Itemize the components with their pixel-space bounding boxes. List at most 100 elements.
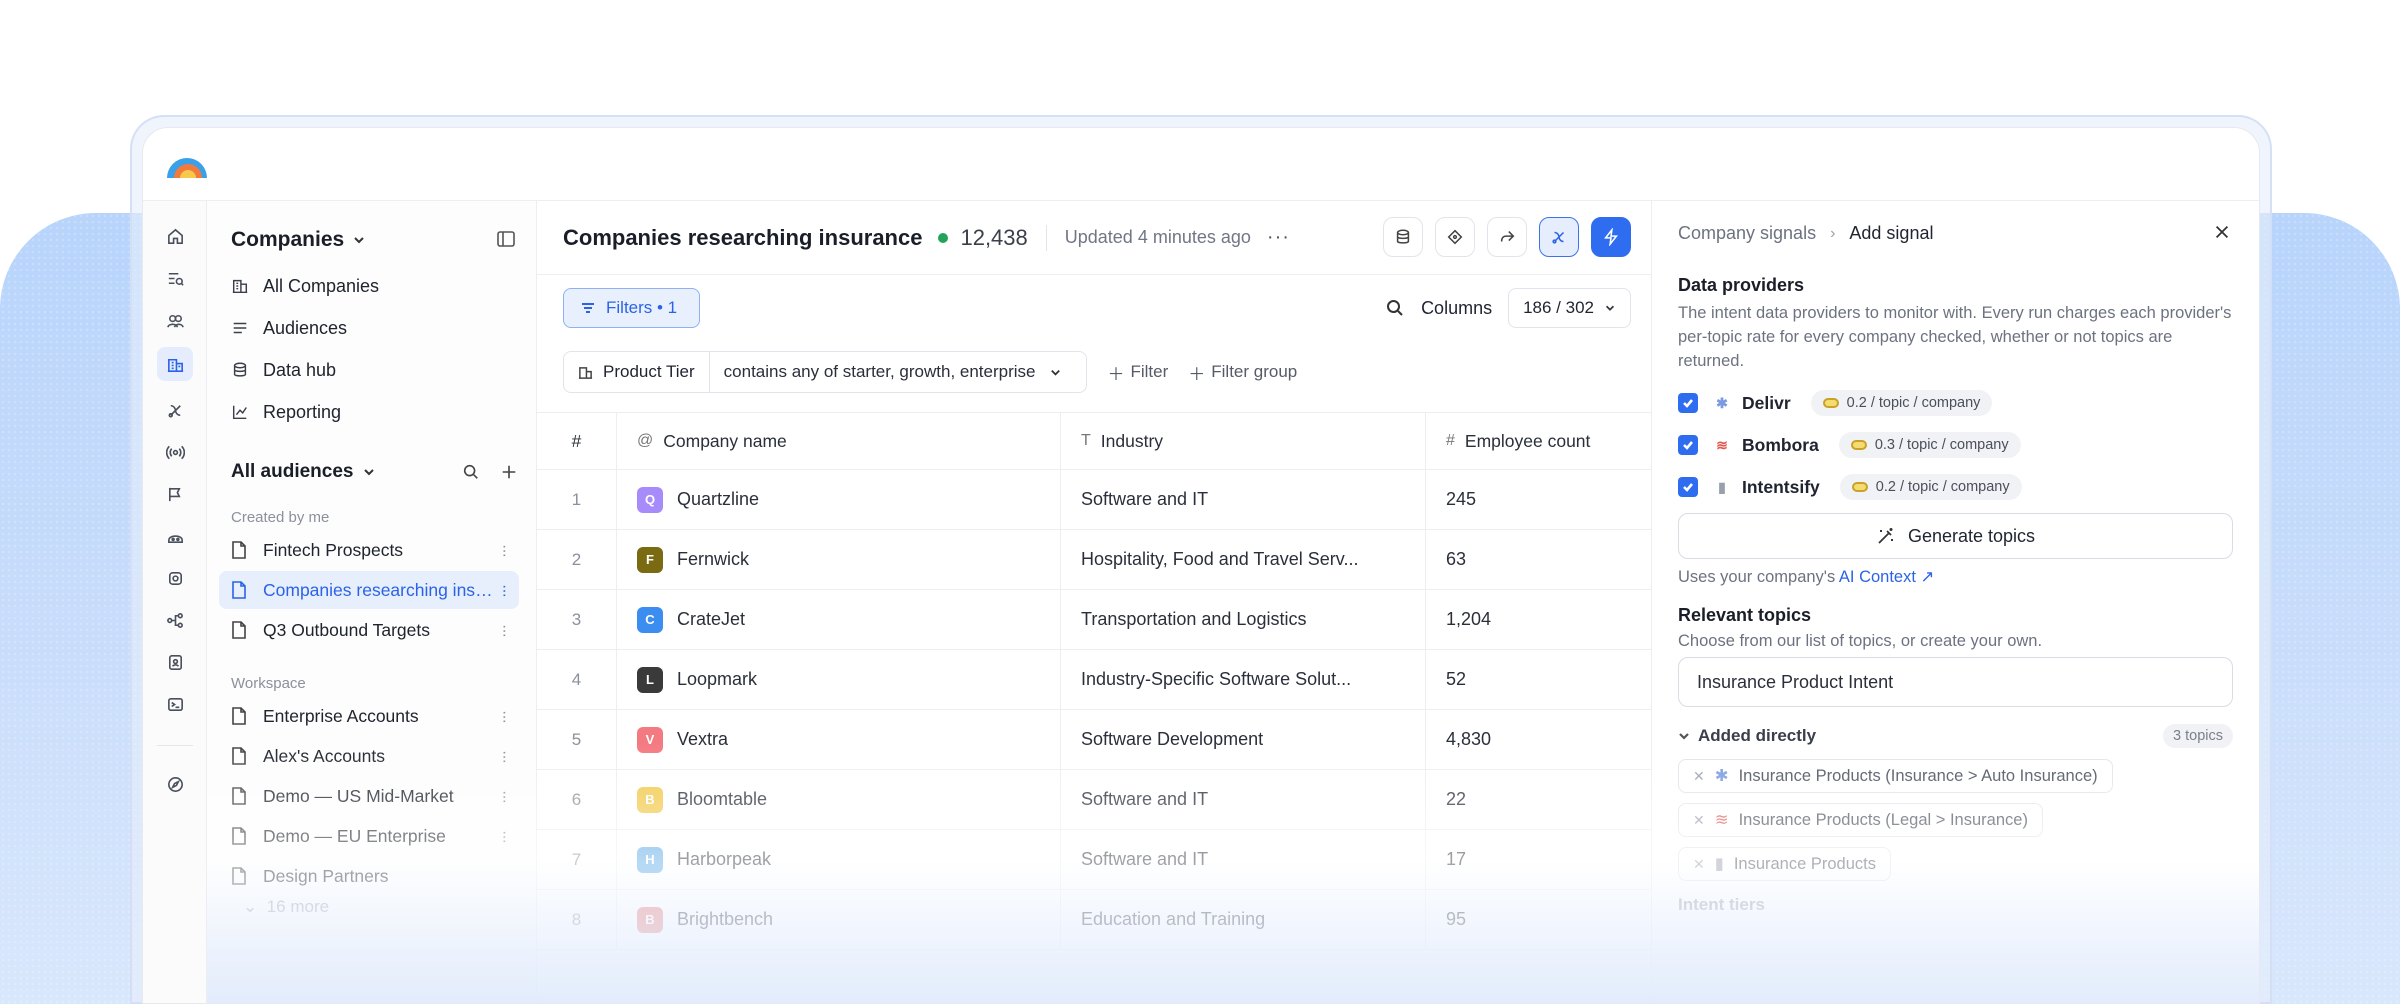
signal-icon[interactable] bbox=[157, 393, 193, 427]
company-name-cell[interactable]: Q Quartzline bbox=[617, 470, 1061, 529]
column-header-employee-count[interactable]: # Employee count bbox=[1426, 413, 1651, 469]
table-row[interactable]: 1 Q Quartzline Software and IT 245 bbox=[537, 470, 1651, 530]
filter-value[interactable]: contains any of starter, growth, enterpr… bbox=[710, 362, 1087, 382]
employee-count-cell[interactable]: 4,830 bbox=[1426, 710, 1651, 769]
company-name-cell[interactable]: B Bloomtable bbox=[617, 770, 1061, 829]
more-options-icon[interactable]: ··· bbox=[495, 584, 513, 597]
industry-cell[interactable]: Software and IT bbox=[1061, 770, 1426, 829]
people-icon[interactable] bbox=[157, 303, 193, 337]
workflow-icon[interactable] bbox=[157, 603, 193, 637]
columns-label[interactable]: Columns bbox=[1421, 298, 1492, 319]
generate-topics-button[interactable]: Generate topics bbox=[1678, 513, 2233, 559]
audience-item-active[interactable]: Companies researching insurance ··· bbox=[219, 571, 519, 609]
employee-count-cell[interactable]: 63 bbox=[1426, 530, 1651, 589]
show-more-link[interactable]: ⌄ 16 more bbox=[243, 897, 329, 917]
remove-icon[interactable]: ✕ bbox=[1693, 856, 1705, 873]
sidebar-title[interactable]: Companies bbox=[231, 228, 344, 252]
employee-count-cell[interactable]: 17 bbox=[1426, 830, 1651, 889]
audience-item[interactable]: Design Partners bbox=[219, 857, 519, 895]
audience-item[interactable]: Demo — EU Enterprise ··· bbox=[219, 817, 519, 855]
contacts-icon[interactable] bbox=[157, 645, 193, 679]
table-row[interactable]: 3 C CrateJet Transportation and Logistics 1,… bbox=[537, 590, 1651, 650]
columns-count-dropdown[interactable]: 186 / 302 bbox=[1508, 288, 1631, 328]
signal-button[interactable] bbox=[1539, 217, 1579, 257]
filters-button[interactable]: Filters • 1 bbox=[563, 288, 701, 328]
table-row[interactable]: 6 B Bloomtable Software and IT 22 bbox=[537, 770, 1651, 830]
list-search-icon[interactable] bbox=[157, 261, 193, 295]
database-button[interactable] bbox=[1383, 217, 1423, 257]
companies-icon[interactable] bbox=[157, 347, 193, 381]
industry-cell[interactable]: Software and IT bbox=[1061, 470, 1426, 529]
company-name-cell[interactable]: F Fernwick bbox=[617, 530, 1061, 589]
company-name-cell[interactable]: C CrateJet bbox=[617, 590, 1061, 649]
filter-condition[interactable]: Product Tier contains any of starter, gr… bbox=[563, 351, 1088, 393]
sidebar-item-all-companies[interactable]: All Companies bbox=[231, 271, 379, 301]
column-header-company-name[interactable]: @ Company name bbox=[617, 413, 1061, 469]
more-options-icon[interactable]: ··· bbox=[495, 710, 513, 723]
topic-input[interactable]: Insurance Product Intent bbox=[1678, 657, 2233, 707]
audience-item[interactable]: Q3 Outbound Targets ··· bbox=[219, 611, 519, 649]
add-filter-button[interactable]: ＋ Filter bbox=[1107, 360, 1168, 385]
employee-count-cell[interactable]: 22 bbox=[1426, 770, 1651, 829]
company-name-cell[interactable]: H Harborpeak bbox=[617, 830, 1061, 889]
compass-icon[interactable] bbox=[157, 767, 193, 801]
more-options-icon[interactable]: ··· bbox=[495, 750, 513, 763]
provider-row-intentsify[interactable]: ▮ Intentsify 0.2 / topic / company bbox=[1678, 473, 2022, 501]
industry-cell[interactable]: Education and Training bbox=[1061, 890, 1426, 949]
close-icon[interactable] bbox=[2213, 223, 2233, 243]
more-options-icon[interactable]: ··· bbox=[1267, 226, 1290, 249]
company-name-cell[interactable]: L Loopmark bbox=[617, 650, 1061, 709]
employee-count-cell[interactable]: 95 bbox=[1426, 890, 1651, 949]
search-icon[interactable] bbox=[1385, 298, 1405, 318]
industry-cell[interactable]: Software and IT bbox=[1061, 830, 1426, 889]
company-name-cell[interactable]: B Brightbench bbox=[617, 890, 1061, 949]
filter-field[interactable]: Product Tier bbox=[564, 352, 710, 392]
topic-chip[interactable]: ✕ ≋ Insurance Products (Legal > Insuranc… bbox=[1678, 803, 2043, 837]
audience-item[interactable]: Alex's Accounts ··· bbox=[219, 737, 519, 775]
ai-context-link[interactable]: AI Context ↗ bbox=[1839, 568, 1934, 586]
settings-icon[interactable] bbox=[157, 561, 193, 595]
run-button[interactable] bbox=[1591, 217, 1631, 257]
company-name-cell[interactable]: V Vextra bbox=[617, 710, 1061, 769]
more-options-icon[interactable]: ··· bbox=[495, 830, 513, 843]
provider-checkbox[interactable] bbox=[1678, 393, 1698, 413]
column-header-index[interactable]: # bbox=[537, 413, 617, 469]
provider-checkbox[interactable] bbox=[1678, 477, 1698, 497]
search-icon[interactable] bbox=[462, 463, 480, 481]
home-icon[interactable] bbox=[157, 219, 193, 253]
industry-cell[interactable]: Hospitality, Food and Travel Serv... bbox=[1061, 530, 1426, 589]
more-options-icon[interactable]: ··· bbox=[495, 624, 513, 637]
employee-count-cell[interactable]: 1,204 bbox=[1426, 590, 1651, 649]
table-row[interactable]: 4 L Loopmark Industry-Specific Software Sol… bbox=[537, 650, 1651, 710]
chevron-down-icon[interactable] bbox=[362, 465, 376, 479]
sidebar-collapse-icon[interactable] bbox=[496, 229, 518, 251]
agent-icon[interactable] bbox=[157, 519, 193, 553]
plus-icon[interactable] bbox=[500, 463, 518, 481]
audiences-title[interactable]: All audiences bbox=[231, 461, 354, 483]
table-row[interactable]: 8 B Brightbench Education and Training 95 bbox=[537, 890, 1651, 950]
share-button[interactable] bbox=[1487, 217, 1527, 257]
audience-item[interactable]: Enterprise Accounts ··· bbox=[219, 697, 519, 735]
topic-chip[interactable]: ✕ ✱ Insurance Products (Insurance > Auto… bbox=[1678, 759, 2113, 793]
table-row[interactable]: 5 V Vextra Software Development 4,830 bbox=[537, 710, 1651, 770]
provider-row-delivr[interactable]: ✱ Delivr 0.2 / topic / company bbox=[1678, 389, 1993, 417]
industry-cell[interactable]: Industry-Specific Software Solut... bbox=[1061, 650, 1426, 709]
sidebar-item-reporting[interactable]: Reporting bbox=[231, 397, 341, 427]
remove-icon[interactable]: ✕ bbox=[1693, 768, 1705, 785]
employee-count-cell[interactable]: 52 bbox=[1426, 650, 1651, 709]
employee-count-cell[interactable]: 245 bbox=[1426, 470, 1651, 529]
industry-cell[interactable]: Software Development bbox=[1061, 710, 1426, 769]
sidebar-item-audiences[interactable]: Audiences bbox=[231, 313, 347, 343]
more-options-icon[interactable]: ··· bbox=[495, 544, 513, 557]
campaign-icon[interactable] bbox=[157, 477, 193, 511]
audience-item[interactable]: Fintech Prospects ··· bbox=[219, 531, 519, 569]
industry-cell[interactable]: Transportation and Logistics bbox=[1061, 590, 1426, 649]
sidebar-item-data-hub[interactable]: Data hub bbox=[231, 355, 336, 385]
breadcrumb-parent[interactable]: Company signals bbox=[1678, 223, 1816, 244]
add-filter-group-button[interactable]: ＋ Filter group bbox=[1188, 360, 1297, 385]
provider-row-bombora[interactable]: ≋ Bombora 0.3 / topic / company bbox=[1678, 431, 2021, 459]
added-directly-header[interactable]: Added directly 3 topics bbox=[1678, 723, 2233, 749]
column-header-industry[interactable]: T Industry bbox=[1061, 413, 1426, 469]
chevron-down-icon[interactable] bbox=[352, 233, 366, 247]
terminal-icon[interactable] bbox=[157, 687, 193, 721]
